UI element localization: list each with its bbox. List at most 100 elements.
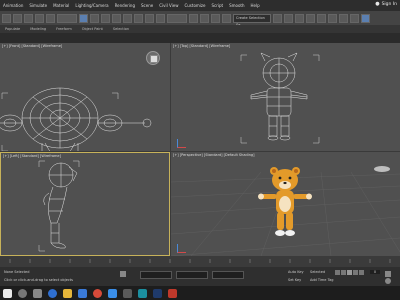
snap-icon[interactable]: [200, 13, 209, 23]
add-time-tag-button[interactable]: Add Time Tag: [310, 278, 334, 282]
rotate-icon[interactable]: [134, 13, 143, 23]
current-frame-field[interactable]: 0: [370, 270, 380, 274]
sign-in-label: Sign In: [381, 1, 397, 7]
viewport-perspective-label[interactable]: [+] [Perspective] [Standard] [Default Sh…: [173, 153, 255, 157]
explorer-icon[interactable]: [63, 288, 72, 298]
redo-icon[interactable]: [13, 13, 22, 23]
reference-coordinate-dropdown[interactable]: [167, 13, 187, 23]
viewport-perspective[interactable]: [+] [Perspective] [Standard] [Default Sh…: [171, 152, 400, 256]
store-icon[interactable]: [78, 288, 87, 298]
select-object-icon[interactable]: [79, 13, 88, 23]
unlink-icon[interactable]: [35, 13, 44, 23]
select-by-name-icon[interactable]: [90, 13, 99, 23]
play-icon[interactable]: [347, 270, 352, 275]
sign-in-button[interactable]: ● Sign In: [375, 1, 397, 7]
align-icon[interactable]: [284, 13, 293, 23]
y-coordinate-field[interactable]: [176, 271, 208, 279]
selected-dropdown[interactable]: Selected: [310, 270, 325, 274]
next-frame-icon[interactable]: [353, 270, 358, 275]
axis-gizmo-persp-icon: [177, 244, 186, 253]
rectangle-select-icon[interactable]: [101, 13, 110, 23]
viewcube-face-icon: [150, 55, 158, 63]
go-to-end-icon[interactable]: [359, 270, 364, 275]
previous-frame-icon[interactable]: [341, 270, 346, 275]
chrome-icon[interactable]: [93, 288, 102, 298]
top-wireframe: [240, 52, 320, 144]
search-icon[interactable]: [18, 288, 27, 298]
timeline-track[interactable]: [0, 256, 400, 267]
selection-set-field[interactable]: Create Selection Se: [233, 13, 271, 27]
viewport-left-label[interactable]: [+] [Left] [Standard] [Wireframe]: [3, 154, 61, 158]
zoom-extents-icon[interactable]: [385, 271, 391, 277]
viewport-top-label[interactable]: [+] [Top] [Standard] [Wireframe]: [173, 44, 230, 48]
render-frame-icon[interactable]: [350, 13, 359, 23]
timeline-ticks: [9, 259, 391, 263]
menu-item-simulate[interactable]: Simulate: [26, 3, 50, 8]
place-icon[interactable]: [156, 13, 165, 23]
windows-taskbar: [0, 286, 400, 300]
viewcube-persp-icon[interactable]: [374, 166, 390, 172]
menu-bar: Animation Simulate Material Lighting/Cam…: [0, 0, 400, 11]
tab-populate[interactable]: Populate: [0, 27, 25, 31]
auto-key-button[interactable]: Auto Key: [288, 270, 304, 274]
orbit-icon[interactable]: [385, 278, 391, 284]
menu-item-scene[interactable]: Scene: [138, 3, 156, 8]
photoshop-icon[interactable]: [153, 288, 162, 298]
lock-icon[interactable]: [120, 271, 126, 277]
menu-item-script[interactable]: Script: [208, 3, 226, 8]
tab-modeling[interactable]: Modeling: [25, 27, 51, 31]
link-icon[interactable]: [24, 13, 33, 23]
set-key-button[interactable]: Set Key: [288, 278, 301, 282]
undo-icon[interactable]: [2, 13, 11, 23]
task-view-icon[interactable]: [33, 288, 42, 298]
x-coordinate-field[interactable]: [140, 271, 172, 279]
status-bar: None Selected Click or click-and-drag to…: [0, 267, 400, 286]
angle-snap-icon[interactable]: [211, 13, 220, 23]
tab-selection[interactable]: Selection: [108, 27, 134, 31]
selection-filter-dropdown[interactable]: [57, 13, 77, 23]
ribbon-panel: [0, 33, 400, 43]
menu-item-animation[interactable]: Animation: [0, 3, 26, 8]
menu-item-rendering[interactable]: Rendering: [112, 3, 138, 8]
viewport-top[interactable]: [+] [Top] [Standard] [Wireframe]: [171, 43, 400, 151]
mirror-icon[interactable]: [273, 13, 282, 23]
mail-icon[interactable]: [108, 288, 117, 298]
start-icon[interactable]: [3, 288, 12, 298]
ribbon-tabs: Populate Modeling Freeform Object Paint …: [0, 25, 400, 33]
menu-item-customize[interactable]: Customize: [181, 3, 208, 8]
viewport-left[interactable]: [+] [Left] [Standard] [Wireframe]: [0, 152, 170, 256]
percent-snap-icon[interactable]: [222, 13, 231, 23]
menu-item-lighting-camera[interactable]: Lighting/Camera: [72, 3, 111, 8]
viewport-front[interactable]: [+] [Front] [Standard] [Wireframe]: [0, 43, 170, 151]
go-to-start-icon[interactable]: [335, 270, 340, 275]
scale-icon[interactable]: [145, 13, 154, 23]
left-wireframe: [38, 160, 80, 252]
render-setup-icon[interactable]: [339, 13, 348, 23]
pivot-icon[interactable]: [189, 13, 198, 23]
curve-editor-icon[interactable]: [306, 13, 315, 23]
z-coordinate-field[interactable]: [212, 271, 244, 279]
menu-item-material[interactable]: Material: [50, 3, 72, 8]
main-toolbar: Create Selection Se: [0, 11, 400, 27]
render-icon[interactable]: [361, 13, 370, 23]
menu-item-help[interactable]: Help: [248, 3, 263, 8]
material-editor-icon[interactable]: [328, 13, 337, 23]
selection-status: None Selected: [4, 270, 30, 274]
media-icon[interactable]: [123, 288, 132, 298]
schematic-view-icon[interactable]: [317, 13, 326, 23]
menu-item-civil-view[interactable]: Civil View: [156, 3, 181, 8]
tab-freeform[interactable]: Freeform: [51, 27, 77, 31]
move-icon[interactable]: [123, 13, 132, 23]
3dsmax-icon[interactable]: [138, 288, 147, 298]
bind-spacewarp-icon[interactable]: [46, 13, 55, 23]
user-icon: ●: [375, 1, 380, 7]
viewport-front-label[interactable]: [+] [Front] [Standard] [Wireframe]: [2, 44, 62, 48]
menu-item-smooth[interactable]: Smooth: [226, 3, 247, 8]
edge-icon[interactable]: [48, 288, 57, 298]
tab-object-paint[interactable]: Object Paint: [77, 27, 108, 31]
front-wireframe: [0, 87, 152, 151]
app-icon[interactable]: [168, 288, 177, 298]
viewcube-icon[interactable]: [146, 51, 160, 65]
layer-icon[interactable]: [295, 13, 304, 23]
window-crossing-icon[interactable]: [112, 13, 121, 23]
